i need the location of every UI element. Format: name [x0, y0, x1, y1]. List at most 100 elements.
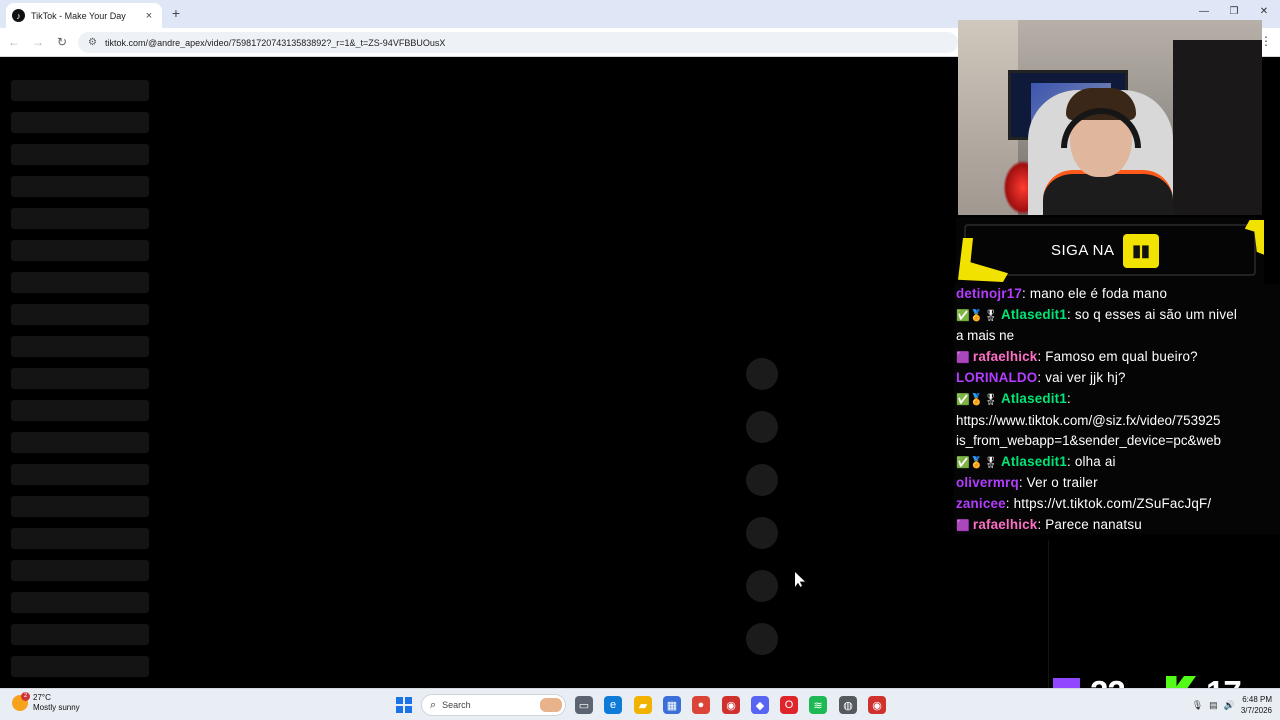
chat-separator: : [1022, 286, 1030, 301]
chat-message: detinojr17: mano ele é foda mano [954, 284, 1280, 305]
skeleton-placeholder [11, 176, 149, 197]
task-view-icon[interactable]: ▭ [575, 696, 593, 714]
skeleton-placeholder [11, 144, 149, 165]
start-button[interactable] [396, 697, 412, 713]
discord-icon[interactable]: ◆ [751, 696, 769, 714]
chat-text: mano ele é foda mano [1029, 286, 1168, 301]
chat-separator: : [1066, 390, 1071, 406]
chat-username: olivermrq [956, 475, 1019, 491]
search-icon: ⌕ [430, 698, 437, 711]
clock[interactable]: 6:48 PM 3/7/2026 [1241, 694, 1272, 716]
skeleton-placeholder [11, 496, 149, 517]
chat-username: zanicee [956, 495, 1006, 511]
chat-username: LORINALDO [956, 370, 1038, 386]
skeleton-placeholder [11, 112, 149, 133]
tab-tiktok[interactable]: ♪ TikTok - Make Your Day × [6, 3, 162, 28]
tiktok-icon: ♪ [12, 9, 25, 22]
edge-icon[interactable]: e [604, 696, 622, 714]
webcam-feed [958, 20, 1262, 215]
microphone-icon[interactable]: 🎙 [1192, 700, 1203, 711]
skeleton-placeholder [11, 656, 149, 677]
weather-widget[interactable]: 2 27°C Mostly sunny [12, 692, 80, 713]
chat-message: LORINALDO: vai ver jjk hj? [954, 368, 1280, 389]
streamlabs-icon[interactable]: ◉ [722, 696, 740, 714]
chat-separator: : [1005, 495, 1014, 511]
clock-date: 3/7/2026 [1240, 706, 1272, 715]
skeleton-placeholder [11, 400, 149, 421]
chrome-icon[interactable]: ● [692, 696, 710, 714]
tab-close-icon[interactable]: × [142, 10, 156, 22]
webcam-shelf [1173, 40, 1262, 215]
video-action-button[interactable] [746, 411, 778, 443]
chat-badges-icon: 🟪 [956, 519, 970, 532]
chat-message: olivermrq: Ver o trailer [954, 473, 1280, 494]
chat-username: Atlasedit1 [1000, 453, 1067, 469]
streamlabs-alt-icon[interactable]: ◉ [868, 696, 886, 714]
obs-icon[interactable]: ◍ [839, 696, 857, 714]
search-highlight-icon [540, 698, 562, 712]
minimize-icon[interactable]: — [1196, 6, 1212, 17]
chat-text: https://vt.tiktok.com/ZSuFacJqF/ [1013, 495, 1212, 511]
follow-banner-text: SIGA NA [1051, 242, 1115, 259]
stream-chat: detinojr17: mano ele é foda mano ✅🏅🎖 Atlas… [954, 284, 1280, 534]
skeleton-placeholder [11, 560, 149, 581]
chat-username: rafaelhick [972, 516, 1038, 532]
skeleton-placeholder [11, 304, 149, 325]
taskbar-search[interactable]: ⌕ Search [421, 694, 566, 716]
volume-icon[interactable]: 🔊 [1224, 700, 1235, 711]
site-info-icon[interactable]: ⚙ [88, 37, 97, 48]
chat-message: ✅🏅🎖 Atlasedit1: so q esses ai são um nive… [954, 305, 1280, 327]
video-action-button[interactable] [746, 623, 778, 655]
skeleton-placeholder [11, 368, 149, 389]
clock-time: 6:48 PM [1242, 695, 1272, 704]
chat-message-continuation: is_from_webapp=1&sender_device=pc&web [956, 433, 1222, 449]
chat-text: Famoso em qual bueiro? [1045, 348, 1198, 364]
back-icon[interactable]: ← [6, 34, 22, 50]
chat-badges-icon: ✅🏅🎖 [956, 456, 998, 469]
reload-icon[interactable]: ↻ [54, 34, 70, 50]
video-action-button[interactable] [746, 358, 778, 390]
chat-text: Parece nanatsu [1045, 516, 1142, 532]
chat-badges-icon: 🟪 [956, 351, 970, 364]
video-action-button[interactable] [746, 517, 778, 549]
chat-text: vai ver jjk hj? [1045, 370, 1126, 386]
chat-message: ✅🏅🎖 Atlasedit1: olha ai [954, 452, 1280, 474]
skeleton-placeholder [11, 272, 149, 293]
video-action-button[interactable] [746, 570, 778, 602]
stream-overlay-bottom [1048, 540, 1280, 688]
opera-icon[interactable]: O [780, 696, 798, 714]
video-action-column [746, 358, 778, 676]
forward-icon[interactable]: → [30, 34, 46, 50]
address-bar[interactable]: ⚙ tiktok.com/@andre_apex/video/759817207… [78, 32, 958, 53]
chat-text: so q esses ai são um nivel [1074, 306, 1238, 322]
twitch-logo-icon: ▮▮ [1123, 234, 1159, 268]
skeleton-placeholder [11, 80, 149, 101]
sidebar-skeleton [11, 80, 149, 688]
weather-desc: Mostly sunny [33, 703, 80, 712]
window-close-icon[interactable]: ✕ [1256, 6, 1272, 17]
file-explorer-icon[interactable]: ▰ [634, 696, 652, 714]
follow-banner: SIGA NA ▮▮ [956, 218, 1264, 284]
network-icon[interactable]: ▤ [1209, 700, 1218, 711]
sun-icon: 2 [12, 692, 30, 711]
chat-message: zanicee: https://vt.tiktok.com/ZSuFacJqF… [954, 494, 1280, 515]
webcam-streamer-body [1043, 170, 1173, 215]
chat-separator: : [1018, 475, 1027, 491]
url-text[interactable]: tiktok.com/@andre_apex/video/75981720743… [105, 38, 445, 48]
new-tab-button[interactable]: + [169, 5, 183, 21]
chat-message: 🟪 rafaelhick: Parece nanatsu [954, 515, 1280, 534]
search-label: Search [442, 700, 471, 710]
chat-text: olha ai [1074, 453, 1116, 469]
chat-username: rafaelhick [972, 348, 1038, 364]
skeleton-placeholder [11, 624, 149, 645]
skeleton-placeholder [11, 208, 149, 229]
spotify-icon[interactable]: ≋ [809, 696, 827, 714]
restore-icon[interactable]: ❐ [1226, 6, 1242, 17]
chat-separator: : [1066, 306, 1075, 322]
chat-separator: : [1066, 453, 1075, 469]
store-icon[interactable]: ▦ [663, 696, 681, 714]
chat-text: Ver o trailer [1026, 475, 1098, 491]
chat-username: detinojr17 [956, 286, 1022, 301]
chat-username: Atlasedit1 [1000, 306, 1067, 322]
video-action-button[interactable] [746, 464, 778, 496]
